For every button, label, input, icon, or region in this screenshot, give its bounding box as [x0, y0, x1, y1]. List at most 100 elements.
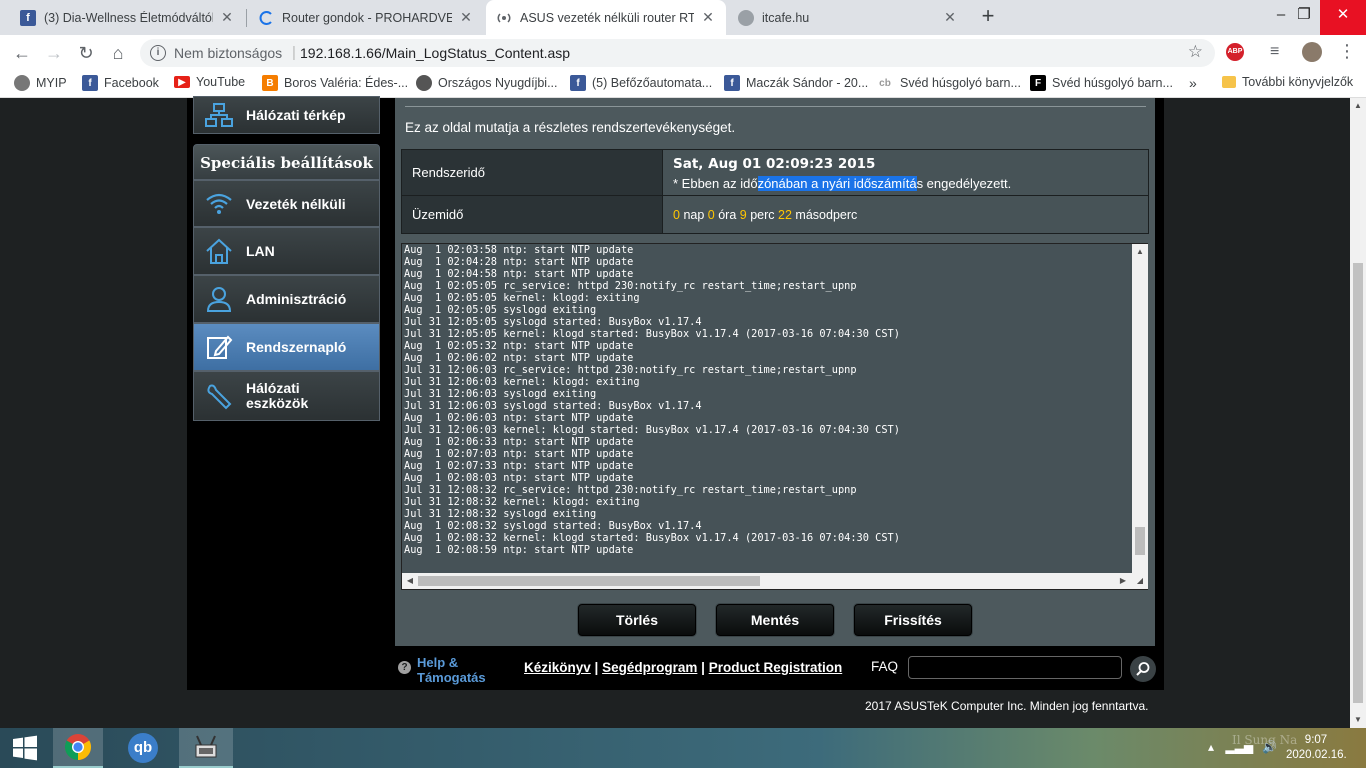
- menu-kebab-icon[interactable]: ⋮: [1338, 41, 1356, 61]
- scroll-up-arrow-icon[interactable]: ▲: [1132, 244, 1148, 260]
- divider: [405, 106, 1146, 107]
- bookmark-label: Országos Nyugdíjbi...: [438, 76, 558, 90]
- taskbar-qbittorrent[interactable]: qb: [118, 728, 168, 768]
- media-queue-icon[interactable]: ≡: [1270, 43, 1279, 61]
- home-button[interactable]: ⌂: [106, 41, 130, 65]
- system-time-row: Rendszeridő Sat, Aug 01 02:09:23 2015 * …: [401, 149, 1149, 196]
- system-log-textarea[interactable]: Aug 1 02:03:58 ntp: start NTP update Aug …: [401, 243, 1148, 590]
- taskbar-clock[interactable]: 9:07 2020.02.16.: [1286, 733, 1347, 763]
- scroll-thumb[interactable]: [418, 576, 760, 586]
- info-icon[interactable]: i: [150, 45, 166, 61]
- bookmark-nyugdij[interactable]: Országos Nyugdíjbi...: [416, 75, 558, 91]
- scroll-right-arrow-icon[interactable]: ▶: [1115, 573, 1131, 589]
- scroll-thumb[interactable]: [1135, 527, 1145, 555]
- new-tab-button[interactable]: +: [976, 5, 1000, 29]
- log-line: Aug 1 02:07:03 ntp: start NTP update: [404, 448, 634, 460]
- scroll-left-arrow-icon[interactable]: ◀: [402, 573, 418, 589]
- bookmark-star-icon[interactable]: ☆: [1188, 42, 1203, 62]
- taskbar-chrome[interactable]: [53, 728, 103, 768]
- network-tool-icon: [195, 735, 217, 758]
- log-line: Aug 1 02:08:32 syslogd started: BusyBox …: [404, 520, 702, 532]
- log-line: Aug 1 02:05:05 syslogd exiting: [404, 304, 597, 316]
- blogger-icon: B: [262, 75, 278, 91]
- clear-button[interactable]: Törlés: [578, 604, 696, 636]
- tab-dia-wellness[interactable]: f (3) Dia-Wellness Életmódváltók ✕: [10, 0, 245, 35]
- manual-link[interactable]: Kézikönyv: [524, 660, 591, 675]
- windows-taskbar: qb Il Sung Na ▴ ▂▃▅ 🔊 9:07 2020.02.16.: [0, 728, 1366, 768]
- bookmark-befozo[interactable]: f (5) Befőzőautomata...: [570, 75, 712, 91]
- sidebar-item-network-map[interactable]: Hálózati térkép: [193, 96, 380, 134]
- volume-icon[interactable]: 🔊: [1262, 740, 1277, 754]
- avatar[interactable]: [1302, 42, 1322, 62]
- scroll-down-arrow-icon[interactable]: ▼: [1350, 712, 1366, 728]
- sidebar-item-network-tools[interactable]: Hálózati eszközök: [193, 371, 380, 421]
- save-button[interactable]: Mentés: [716, 604, 834, 636]
- youtube-icon: ▶: [174, 76, 190, 88]
- page-scrollbar[interactable]: ▲ ▼: [1350, 98, 1366, 728]
- bookmark-sved-1[interactable]: cb Svéd húsgolyó barn...: [876, 75, 1021, 91]
- url-text[interactable]: 192.168.1.66/Main_LogStatus_Content.asp: [300, 45, 570, 61]
- close-window-button[interactable]: ✕: [1320, 0, 1366, 35]
- globe-icon: [416, 75, 432, 91]
- uptime-row: Üzemidő 0 nap 0 óra 9 perc 22 másodperc: [401, 195, 1149, 234]
- log-line: Jul 31 12:06:03 syslogd started: BusyBox…: [404, 400, 702, 412]
- reload-button[interactable]: ↻: [74, 41, 98, 65]
- log-vertical-scrollbar[interactable]: ▲: [1132, 244, 1148, 574]
- close-tab-icon[interactable]: ✕: [942, 9, 958, 26]
- faq-search-input[interactable]: [908, 656, 1122, 679]
- sidebar-item-wireless[interactable]: Vezeték nélküli: [193, 180, 380, 227]
- sidebar-item-label: Vezeték nélküli: [246, 195, 346, 212]
- scroll-thumb[interactable]: [1353, 263, 1363, 703]
- forward-button[interactable]: →: [42, 41, 66, 65]
- log-line: Aug 1 02:06:03 ntp: start NTP update: [404, 412, 634, 424]
- product-registration-link[interactable]: Product Registration: [709, 660, 843, 675]
- address-bar[interactable]: i Nem biztonságos | 192.168.1.66/Main_Lo…: [140, 39, 1215, 67]
- bookmarks-bar: MYIP f Facebook ▶ YouTube B Boros Valéria: …: [0, 70, 1366, 98]
- taskbar-network-app[interactable]: [179, 728, 233, 768]
- more-bookmarks-button[interactable]: »: [1189, 75, 1197, 91]
- sidebar-item-lan[interactable]: LAN: [193, 227, 380, 275]
- help-label-line2: Támogatás: [417, 670, 486, 685]
- bookmark-maczak[interactable]: f Maczák Sándor - 20...: [724, 75, 868, 91]
- back-button[interactable]: ←: [10, 41, 34, 65]
- bookmark-boros[interactable]: B Boros Valéria: Édes-...: [262, 75, 408, 91]
- help-support-link[interactable]: ? Help & Támogatás: [398, 655, 486, 685]
- globe-icon: [738, 9, 754, 26]
- adblock-icon[interactable]: ABP: [1226, 43, 1244, 61]
- refresh-button[interactable]: Frissítés: [854, 604, 972, 636]
- network-signal-icon[interactable]: ▂▃▅: [1225, 740, 1253, 754]
- bookmark-facebook[interactable]: f Facebook: [82, 75, 159, 91]
- tab-asus-router[interactable]: ASUS vezeték nélküli router RT-N ✕: [486, 0, 726, 35]
- log-content[interactable]: Aug 1 02:03:58 ntp: start NTP update Aug …: [404, 244, 1132, 572]
- utility-link[interactable]: Segédprogram: [602, 660, 697, 675]
- bookmark-sved-2[interactable]: F Svéd húsgolyó barn...: [1030, 75, 1173, 91]
- close-tab-icon[interactable]: ✕: [458, 9, 474, 26]
- log-horizontal-scrollbar[interactable]: ◀ ▶: [402, 573, 1133, 589]
- sidebar-item-label: Hálózati térkép: [246, 107, 346, 123]
- close-tab-icon[interactable]: ✕: [700, 9, 716, 26]
- uptime-hours-label: óra: [718, 207, 737, 222]
- tab-prohardver[interactable]: Router gondok - PROHARDVER! ✕: [248, 0, 484, 35]
- uptime-hours: 0: [707, 207, 715, 222]
- system-tray[interactable]: ▴ ▂▃▅ 🔊: [1208, 740, 1277, 754]
- show-hidden-icons-icon[interactable]: ▴: [1208, 740, 1214, 754]
- bookmark-youtube[interactable]: ▶ YouTube: [174, 75, 245, 89]
- router-page: Hálózati térkép Speciális beállítások Ve…: [0, 96, 1350, 728]
- sidebar-item-administration[interactable]: Adminisztráció: [193, 275, 380, 323]
- sidebar-item-label: Rendszernapló: [246, 339, 347, 355]
- facebook-icon: f: [570, 75, 586, 91]
- dst-note-selection: zónában a nyári időszámítá: [757, 176, 917, 191]
- uptime-minutes: 9: [739, 207, 747, 222]
- faq-search-button[interactable]: [1130, 656, 1156, 682]
- dst-note-text: * Ebben az idő: [673, 176, 758, 191]
- close-tab-icon[interactable]: ✕: [219, 9, 235, 26]
- bookmark-myip[interactable]: MYIP: [14, 75, 67, 91]
- bookmark-label: (5) Befőzőautomata...: [592, 76, 713, 90]
- start-button[interactable]: [0, 728, 50, 768]
- resize-grip-icon[interactable]: ◢: [1132, 573, 1148, 589]
- sidebar-item-system-log[interactable]: Rendszernapló: [193, 323, 380, 371]
- tab-itcafe[interactable]: itcafe.hu ✕: [728, 0, 968, 35]
- scroll-up-arrow-icon[interactable]: ▲: [1350, 98, 1366, 114]
- other-bookmarks-folder[interactable]: További könyvjelzők: [1222, 75, 1353, 89]
- facebook-icon: f: [82, 75, 98, 91]
